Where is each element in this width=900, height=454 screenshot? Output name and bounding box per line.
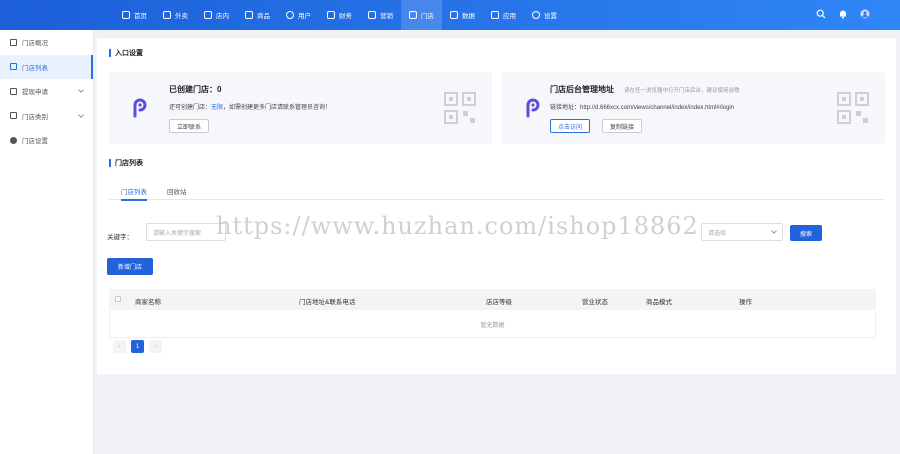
chevron-down-icon [78,111,84,118]
app-icon [491,11,499,19]
page-button[interactable]: 1 [131,340,144,353]
keyword-label: 关键字： [107,234,133,241]
nav-item-marketing[interactable]: 营销 [360,0,401,30]
qr-code-icon [444,92,476,124]
column-header: 店店等级 [486,299,512,306]
gear-icon [10,136,17,144]
search-button[interactable]: 搜索 [790,225,822,241]
nav-item-settings[interactable]: 设置 [524,0,565,30]
sidebar: 门店概况 门店列表 提现申请 门店类别 门店设置 [0,30,94,454]
empty-state-text: 暂无数据 [480,323,505,329]
entry-settings-title: 入口设置 [109,48,143,58]
qr-code-icon [837,92,869,124]
chevron-down-icon [771,228,777,234]
admin-url-card: 门店后台管理地址 请在任一浏览器中打开门店后台，建议使用谷歌 链接地址：http… [502,72,885,144]
nav-item-user[interactable]: 用户 [278,0,319,30]
admin-url-hint: 请在任一浏览器中打开门店后台，建议使用谷歌 [624,88,740,94]
search-icon[interactable] [816,9,826,19]
data-icon [450,11,458,19]
filter-select[interactable]: 请选择 [701,223,783,241]
main-content: 入口设置 已创建门店：0 还可创建门店：无限，如需创建更多门店请联系管理员咨询！… [97,38,896,374]
top-navigation-bar: 首页 外卖 店内 商品 用户 财务 营销 门店 数据 应用 设置 [0,0,900,30]
brand-logo-icon [133,98,147,118]
user-icon [286,11,294,19]
sidebar-item-store-list[interactable]: 门店列表 [0,54,93,79]
visit-button[interactable]: 点击访问 [550,119,591,133]
nav-item-goods[interactable]: 商品 [237,0,278,30]
table-body: 暂无数据 [109,310,876,338]
store-list-tabs: 门店列表 回收站 [109,186,885,201]
nav-item-home[interactable]: 首页 [114,0,155,30]
nav-item-finance[interactable]: 财务 [319,0,360,30]
nav-item-shop[interactable]: 门店 [401,0,442,30]
chart-icon [10,38,17,46]
list-icon [10,63,17,71]
created-store-count: 已创建门店：0 [169,85,222,94]
admin-url-link-text[interactable]: 链接地址：http://d.666xcx.com/views/channel/i… [550,102,734,111]
brand-logo-icon [526,98,540,118]
contact-now-button[interactable]: 立即联系 [169,119,210,133]
column-header: 营业状态 [582,299,608,306]
tab-store-list[interactable]: 门店列表 [121,186,147,201]
wallet-icon [10,87,17,95]
keyword-input[interactable]: 请输入关键字搜索 [146,223,226,241]
gift-icon [368,11,376,19]
table-header: 商家名称 门店地址&联系电话 店店等级 营业状态 商品模式 操作 [109,289,876,310]
column-header: 操作 [739,299,752,306]
finance-icon [327,11,335,19]
sidebar-item-withdraw[interactable]: 提现申请 [0,79,93,104]
store-table: 商家名称 门店地址&联系电话 店店等级 营业状态 商品模式 操作 暂无数据 [109,289,876,338]
settings-icon [532,11,540,19]
column-header: 门店地址&联系电话 [299,299,356,306]
next-page-button[interactable]: › [149,340,162,353]
sidebar-item-store-settings[interactable]: 门店设置 [0,128,93,153]
takeout-icon [163,11,171,19]
avatar[interactable] [860,9,870,19]
column-header: 商品模式 [646,299,672,306]
nav-item-data[interactable]: 数据 [442,0,483,30]
sidebar-item-category[interactable]: 门店类别 [0,104,93,129]
shop-icon [409,11,417,19]
prev-page-button[interactable]: ‹ [113,340,126,353]
copy-link-button[interactable]: 复制链接 [602,119,643,133]
store-list-title: 门店列表 [109,158,143,168]
store-icon [204,11,212,19]
column-header: 商家名称 [135,299,161,306]
tab-recycle-bin[interactable]: 回收站 [167,186,187,199]
admin-url-title: 门店后台管理地址 [550,85,614,94]
main-nav: 首页 外卖 店内 商品 用户 财务 营销 门店 数据 应用 设置 [114,0,565,30]
store-count-card: 已创建门店：0 还可创建门店：无限，如需创建更多门店请联系管理员咨询！ 立即联系 [109,72,492,144]
nav-item-app[interactable]: 应用 [483,0,524,30]
bell-icon[interactable] [838,9,848,19]
select-all-checkbox[interactable] [115,296,121,302]
grid-icon [10,112,17,120]
goods-icon [245,11,253,19]
store-quota-text: 还可创建门店：无限，如需创建更多门店请联系管理员咨询！ [169,105,332,111]
chevron-down-icon [78,87,84,93]
home-icon [122,11,130,19]
add-store-button[interactable]: 新增门店 [107,258,153,275]
top-right-tools [816,9,870,19]
sidebar-item-overview[interactable]: 门店概况 [0,30,93,55]
nav-item-takeout[interactable]: 外卖 [155,0,196,30]
nav-item-store[interactable]: 店内 [196,0,237,30]
